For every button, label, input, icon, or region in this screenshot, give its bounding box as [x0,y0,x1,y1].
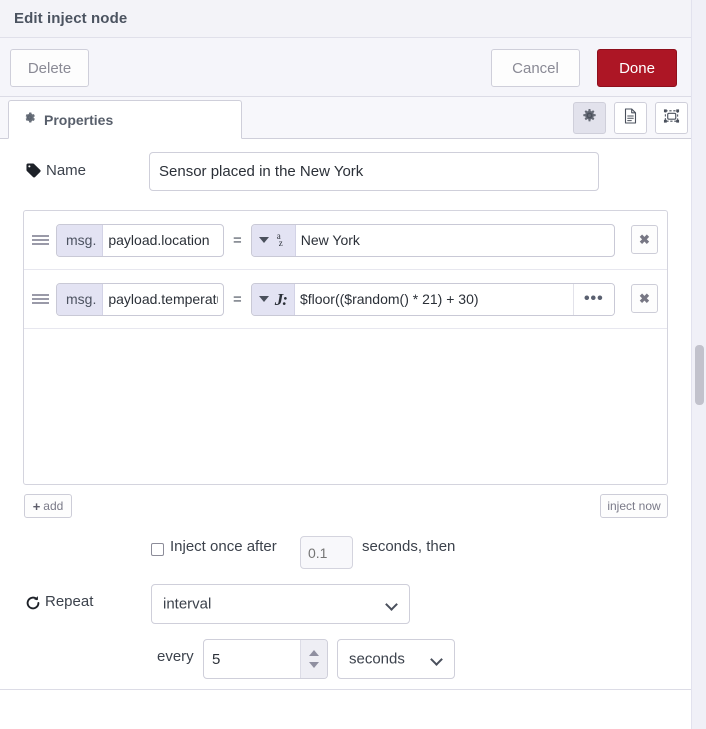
dialog-body: Name msg. = az [0,139,691,690]
tab-properties-label: Properties [44,111,114,128]
value-type-selector[interactable]: J: [251,283,295,315]
repeat-icon [25,595,41,615]
name-input[interactable] [149,152,599,191]
inject-once-row: Inject once after seconds, then [0,536,691,569]
spinner-down-icon[interactable] [309,662,319,668]
dialog-titlebar: Edit inject node [0,0,691,38]
equals-label: = [233,290,242,308]
every-label: every [157,648,194,665]
string-az-icon: az [276,231,283,248]
chevron-down-icon [258,237,269,243]
jsonata-icon: J: [274,289,288,309]
interval-value-input[interactable] [204,640,300,678]
repeat-row: Repeat interval [0,584,691,624]
repeat-label: Repeat [45,593,94,610]
vertical-scrollbar[interactable] [691,0,706,729]
tag-icon [26,163,41,183]
property-row: msg. = az ✖ [24,211,667,270]
name-label: Name [46,162,87,179]
property-prefix-msg: msg. [57,283,104,315]
inject-once-label: Inject once after [170,538,277,555]
property-row: msg. = J: ••• ✖ [24,270,667,329]
add-property-label: add [43,499,64,513]
dialog-title: Edit inject node [14,10,128,27]
property-list: msg. = az ✖ ms [23,210,668,485]
inject-once-tail-label: seconds, then [362,538,456,555]
name-row: Name [0,152,691,192]
repeat-mode-select[interactable]: interval [151,584,410,624]
remove-property-button[interactable]: ✖ [631,225,658,254]
inject-once-checkbox[interactable] [151,543,164,556]
add-property-button[interactable]: + add [24,494,72,518]
interval-units-value: seconds [349,650,405,668]
property-key-field[interactable]: msg. [56,282,224,316]
chevron-down-icon [385,598,398,611]
description-icon [623,107,638,129]
expand-expression-button[interactable]: ••• [572,283,614,315]
appearance-icon [663,108,680,129]
repeat-mode-value: interval [163,595,212,613]
equals-label: = [233,231,242,249]
vertical-scrollbar-thumb[interactable] [695,345,704,405]
spinner-up-icon[interactable] [309,650,319,656]
property-key-field[interactable]: msg. [56,223,224,257]
property-value-field[interactable]: az [250,223,615,257]
property-prefix-msg: msg. [57,224,104,256]
property-value-input[interactable] [295,224,614,256]
description-icon-button[interactable] [614,102,647,134]
interval-stepper[interactable] [203,639,328,679]
interval-units-select[interactable]: seconds [337,639,455,679]
property-key-input[interactable] [103,283,223,315]
property-key-input[interactable] [103,224,223,256]
remove-property-button[interactable]: ✖ [631,284,658,313]
interval-spinner-buttons [300,640,327,678]
inject-once-delay-input[interactable] [300,536,353,569]
inject-now-button[interactable]: inject now [600,494,668,518]
appearance-icon-button[interactable] [655,102,688,134]
tab-bar: Properties [0,97,691,139]
value-type-selector[interactable]: az [251,224,296,256]
property-value-input[interactable] [294,283,573,315]
repeat-interval-row: every seconds [0,639,691,679]
settings-icon-button[interactable] [573,102,606,134]
property-value-field[interactable]: J: ••• [250,282,615,316]
gear-icon [582,108,597,128]
done-button[interactable]: Done [597,49,677,87]
edit-inject-node-dialog: Edit inject node Delete Cancel Done Prop… [0,0,706,729]
drag-handle-icon[interactable] [24,233,56,247]
drag-handle-icon[interactable] [24,292,56,306]
tab-properties[interactable]: Properties [8,100,242,139]
plus-icon: + [32,498,41,514]
dialog-action-bar: Delete Cancel Done [0,38,691,97]
delete-button[interactable]: Delete [10,49,89,87]
chevron-down-icon [258,296,269,302]
gear-icon [23,111,36,129]
cancel-button[interactable]: Cancel [491,49,580,87]
chevron-down-icon [430,653,443,666]
